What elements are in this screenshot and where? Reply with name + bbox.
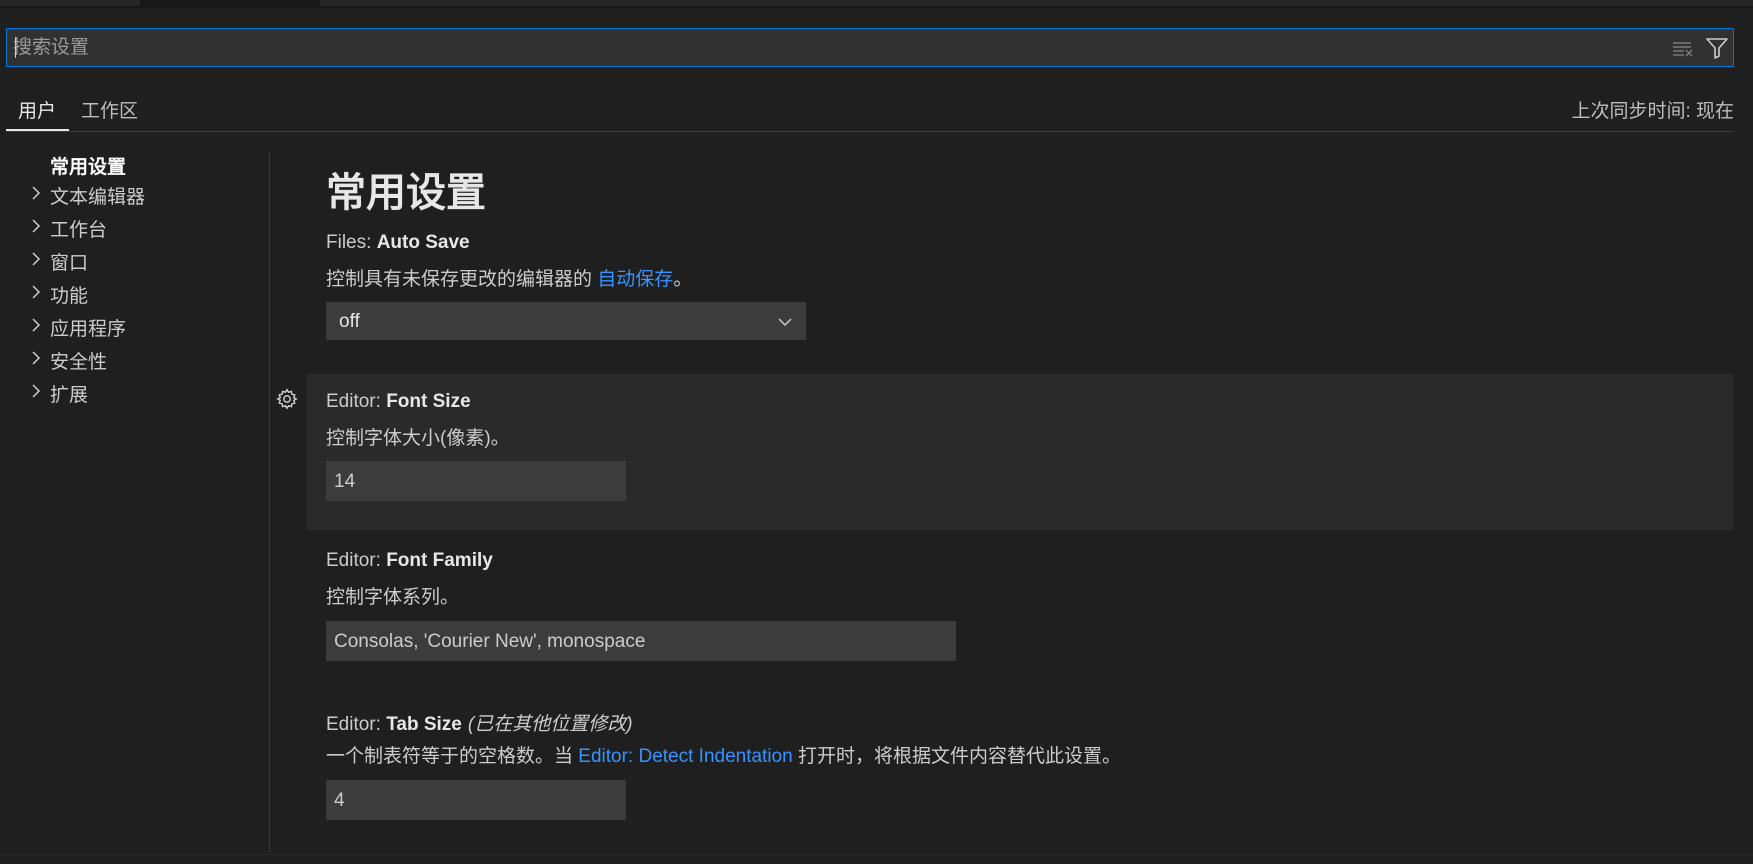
clear-filter-icon[interactable] — [1671, 37, 1695, 59]
chevron-right-icon — [28, 317, 44, 333]
auto-save-dropdown[interactable]: off — [326, 302, 806, 340]
input-value: 4 — [334, 790, 345, 811]
toc-item-label: 常用设置 — [50, 157, 127, 178]
font-size-input[interactable]: 14 — [326, 461, 626, 501]
description-text: 一个制表符等于的空格数。当 — [326, 746, 579, 767]
chevron-right-icon — [28, 251, 44, 267]
description-text: 打开时，将根据文件内容替代此设置。 — [792, 746, 1121, 767]
chevron-right-icon — [28, 284, 44, 300]
search-settings-box[interactable] — [6, 28, 1734, 67]
settings-table-of-contents: 常用设置 文本编辑器 工作台 窗口 功能 应用程序 安全性 扩展 — [0, 152, 270, 852]
setting-name: Font Size — [386, 391, 471, 412]
filter-icon[interactable] — [1705, 37, 1729, 59]
settings-list: 常用设置 Files: Auto Save 控制具有未保存更改的编辑器的 自动保… — [270, 152, 1734, 852]
tab-user[interactable]: 用户 — [18, 96, 56, 123]
setting-description: 控制具有未保存更改的编辑器的 自动保存。 — [326, 264, 692, 291]
description-text: 控制具有未保存更改的编辑器的 — [326, 269, 598, 290]
chevron-right-icon — [28, 185, 44, 201]
gear-icon[interactable] — [276, 388, 298, 410]
setting-editor-tab-size: Editor: Tab Size (已在其他位置修改) 一个制表符等于的空格数。当… — [306, 709, 1734, 839]
setting-description: 控制字体大小(像素)。 — [326, 428, 510, 449]
active-tab-indicator — [6, 129, 69, 131]
setting-title: Editor: Font Size — [326, 391, 471, 413]
setting-category: Editor: — [326, 391, 387, 412]
detect-indentation-link[interactable]: Editor: Detect Indentation — [578, 746, 792, 767]
sync-status: 上次同步时间: 现在 — [1571, 101, 1734, 122]
setting-title: Editor: Tab Size (已在其他位置修改) — [326, 709, 633, 736]
tab-workspace[interactable]: 工作区 — [81, 96, 138, 123]
setting-editor-font-family: Editor: Font Family 控制字体系列。 Consolas, 'C… — [306, 550, 1734, 680]
setting-category: Editor: — [326, 714, 387, 735]
toc-item-label: 安全性 — [50, 352, 108, 373]
setting-editor-font-size: Editor: Font Size 控制字体大小(像素)。 14 — [306, 374, 1734, 530]
chevron-right-icon — [28, 350, 44, 366]
status-bar-edge — [0, 854, 1753, 864]
settings-scope-tabs: 用户 工作区 上次同步时间: 现在 — [6, 88, 1734, 132]
setting-title: Editor: Font Family — [326, 550, 493, 572]
dropdown-value: off — [339, 311, 360, 332]
tab-size-input[interactable]: 4 — [326, 780, 626, 820]
toc-item-label: 文本编辑器 — [50, 187, 146, 208]
toc-item-label: 窗口 — [50, 253, 89, 274]
font-family-input[interactable]: Consolas, 'Courier New', monospace — [326, 621, 956, 661]
chevron-right-icon — [28, 383, 44, 399]
setting-description: 控制字体系列。 — [326, 587, 460, 608]
toc-item-label: 工作台 — [50, 220, 108, 241]
chevron-right-icon — [28, 218, 44, 234]
text-cursor — [15, 37, 16, 58]
tab-strip-segment — [320, 0, 1753, 6]
toc-item-label: 扩展 — [50, 385, 89, 406]
setting-files-auto-save: Files: Auto Save 控制具有未保存更改的编辑器的 自动保存。 of… — [306, 232, 1734, 352]
setting-name: Font Family — [386, 550, 493, 571]
toc-item-label: 功能 — [50, 286, 89, 307]
chevron-down-icon — [777, 314, 793, 330]
setting-category: Editor: — [326, 550, 387, 571]
page-title: 常用设置 — [326, 171, 486, 215]
setting-name: Auto Save — [376, 232, 470, 253]
search-input[interactable] — [13, 29, 1653, 66]
setting-description: 一个制表符等于的空格数。当 Editor: Detect Indentation… — [326, 741, 1121, 768]
toc-item-label: 应用程序 — [50, 319, 127, 340]
setting-title: Files: Auto Save — [326, 232, 470, 254]
setting-name: Tab Size — [386, 714, 462, 735]
modified-elsewhere-indicator[interactable]: (已在其他位置修改) — [468, 714, 633, 735]
setting-category: Files: — [326, 232, 377, 253]
description-text: 。 — [673, 269, 693, 290]
title-tab-strip — [0, 0, 1753, 8]
input-value: Consolas, 'Courier New', monospace — [334, 631, 646, 652]
auto-save-link[interactable]: 自动保存 — [597, 269, 673, 290]
tab-strip-segment — [0, 0, 140, 6]
input-value: 14 — [334, 471, 356, 492]
